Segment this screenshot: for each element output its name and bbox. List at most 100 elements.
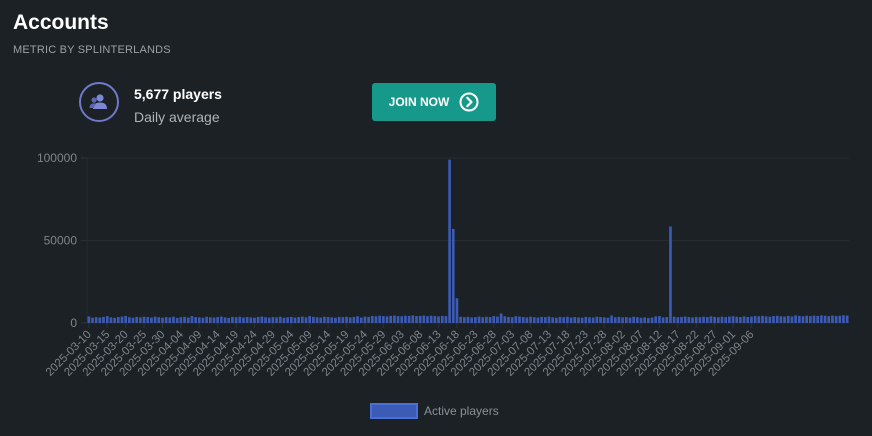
bar [786,315,790,323]
bar [319,317,323,323]
bar [816,315,820,323]
bar [636,317,639,323]
bar [168,317,172,323]
bar [275,317,278,323]
bar [418,315,422,323]
bar [485,316,488,323]
bar [286,317,289,323]
bar [606,317,610,323]
bar [746,316,750,323]
bar [451,228,455,323]
bar [278,316,282,323]
bar [827,316,831,323]
bar [658,316,661,323]
bar [599,317,602,323]
bar [407,315,411,323]
bar [477,316,481,323]
bar [216,317,220,323]
bar [245,317,249,323]
bar [543,317,547,323]
bar [790,316,794,323]
bar [613,317,617,323]
bar [742,316,746,323]
bar [131,317,135,323]
bar [297,317,300,323]
bar [551,317,554,323]
bar [628,317,632,323]
bar [249,317,253,323]
bar [474,317,477,323]
bar [102,316,105,323]
bar [510,317,514,323]
bar [757,316,761,323]
bar [801,316,805,323]
bar [105,316,109,323]
bar [735,316,739,323]
bar [382,316,385,323]
bar [838,315,842,323]
bar [514,316,518,323]
bar [750,316,753,323]
bar [91,317,94,323]
bar [352,317,356,323]
bar [661,317,665,323]
bar [823,315,827,323]
bar [448,159,451,323]
bar [205,316,208,323]
bar [580,317,584,323]
bar [694,316,698,323]
bar [720,316,724,323]
bar [304,317,308,323]
bar [632,316,635,323]
bar [529,316,532,323]
bar [698,317,702,323]
bar [805,315,808,323]
bar [208,317,212,323]
bar [507,316,510,323]
bar [194,317,197,323]
bar [566,316,569,323]
bar [161,317,164,323]
bar [135,316,139,323]
bar [341,317,345,323]
bar [713,316,716,323]
bar [643,317,647,323]
bar [444,316,448,323]
bar [676,317,680,323]
bar [672,316,676,323]
y-tick-label: 100000 [37,151,77,165]
bar [547,316,551,323]
bar [683,316,687,323]
bar [164,317,168,323]
bar [323,316,326,323]
bar [197,317,201,323]
bar [595,316,599,323]
bar [433,316,437,323]
bar [499,313,503,323]
bar [312,316,315,323]
bar [687,317,691,323]
bar [109,317,113,323]
bar [253,317,256,323]
bar [267,317,271,323]
bar [462,317,466,323]
bar [709,316,713,323]
bar [772,316,775,323]
bar [242,317,245,323]
bar [569,317,573,323]
bar [617,316,621,323]
bar [753,316,757,323]
bar [301,316,304,323]
bar [393,315,396,323]
bar [731,316,735,323]
legend-swatch [370,403,418,419]
legend-label: Active players [424,404,499,418]
bar [139,317,142,323]
bar [385,316,389,323]
bar [562,317,566,323]
bar [116,317,120,323]
bar [308,316,312,323]
bar [834,315,838,323]
bar [190,316,194,323]
bar [440,315,444,323]
